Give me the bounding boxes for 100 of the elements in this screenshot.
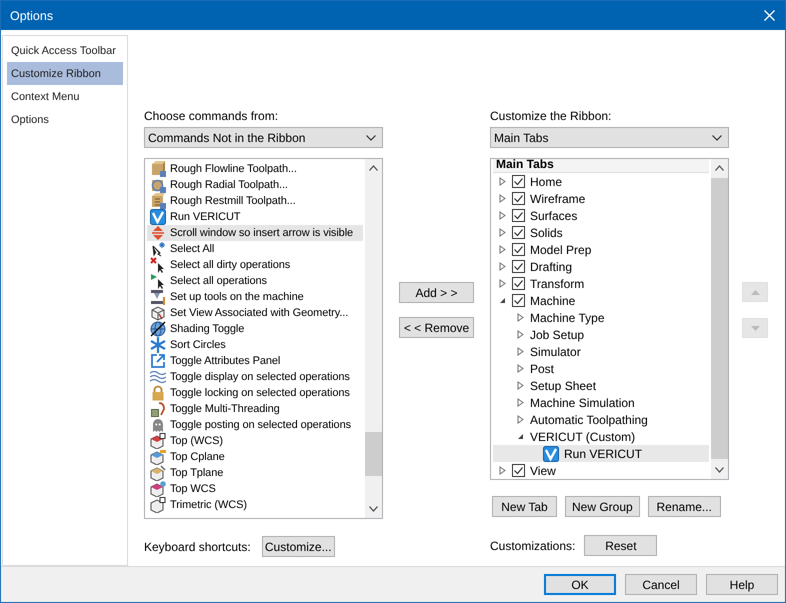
command-item[interactable]: Scroll window so insert arrow is visible — [147, 225, 363, 241]
tree-item[interactable]: Solids — [493, 224, 709, 241]
machine-icon — [150, 289, 166, 305]
dialog-button[interactable]: Cancel — [625, 574, 697, 595]
tree-item[interactable]: View — [493, 462, 709, 479]
command-item[interactable]: Top Cplane — [147, 449, 363, 465]
field-label: Keyboard shortcuts: — [144, 540, 251, 554]
triangle-up-icon — [750, 290, 760, 294]
reset-button[interactable]: Reset — [584, 535, 658, 556]
customize-button[interactable]: Customize... — [262, 536, 335, 557]
expanded-triangle-icon[interactable] — [516, 432, 525, 441]
expanded-triangle-icon[interactable] — [498, 296, 507, 305]
field-label: Customize the Ribbon: — [490, 109, 612, 123]
command-item[interactable]: Select All — [147, 241, 363, 257]
command-item[interactable]: Top (WCS) — [147, 433, 363, 449]
sidebar-item[interactable]: Options — [7, 108, 123, 131]
collapsed-triangle-icon[interactable] — [498, 177, 507, 186]
command-item[interactable]: Toggle display on selected operations — [147, 369, 363, 385]
command-item[interactable]: Rough Flowline Toolpath... — [147, 161, 363, 177]
commands-dropdown[interactable]: Commands Not in the Ribbon — [144, 127, 383, 148]
cursor-cross-icon — [150, 257, 166, 273]
tree-item[interactable]: Run VERICUT — [493, 445, 709, 462]
command-item[interactable]: Select all operations — [147, 273, 363, 289]
tree-action-button[interactable]: Rename... — [648, 496, 721, 517]
collapsed-triangle-icon[interactable] — [498, 245, 507, 254]
collapsed-triangle-icon[interactable] — [498, 194, 507, 203]
command-item[interactable]: Set View Associated with Geometry... — [147, 305, 363, 321]
command-item[interactable]: Shading Toggle — [147, 321, 363, 337]
collapsed-triangle-icon[interactable] — [498, 211, 507, 220]
command-item[interactable]: Toggle Attributes Panel — [147, 353, 363, 369]
collapsed-triangle-icon[interactable] — [516, 313, 525, 322]
command-item[interactable]: Rough Radial Toolpath... — [147, 177, 363, 193]
tree-item[interactable]: VERICUT (Custom) — [493, 428, 709, 445]
command-item[interactable]: Top Tplane — [147, 465, 363, 481]
tree-item[interactable]: Automatic Toolpathing — [493, 411, 709, 428]
collapsed-triangle-icon[interactable] — [516, 364, 525, 373]
lock-icon — [150, 385, 166, 401]
collapsed-triangle-icon[interactable] — [498, 279, 507, 288]
command-item[interactable]: Top WCS — [147, 481, 363, 497]
checkbox[interactable] — [512, 464, 525, 477]
command-item[interactable]: Sort Circles — [147, 337, 363, 353]
command-item[interactable]: Rough Restmill Toolpath... — [147, 193, 363, 209]
dialog-button[interactable]: OK — [544, 574, 616, 595]
command-item[interactable]: Toggle locking on selected operations — [147, 385, 363, 401]
checkbox[interactable] — [512, 243, 525, 256]
tree-item[interactable]: Post — [493, 360, 709, 377]
scroll-up-icon[interactable] — [369, 165, 378, 171]
command-item[interactable]: Toggle posting on selected operations — [147, 417, 363, 433]
command-item[interactable]: Run VERICUT — [147, 209, 363, 225]
command-item[interactable]: Set up tools on the machine — [147, 289, 363, 305]
ribbon-dropdown[interactable]: Main Tabs — [490, 127, 729, 148]
tree-item[interactable]: Surfaces — [493, 207, 709, 224]
collapsed-triangle-icon[interactable] — [516, 347, 525, 356]
tree-action-button[interactable]: New Tab — [492, 496, 557, 517]
snowflake-icon — [150, 337, 166, 353]
tree-action-button[interactable]: New Group — [565, 496, 640, 517]
sidebar-item[interactable]: Quick Access Toolbar — [7, 39, 123, 62]
tree-item[interactable]: Drafting — [493, 258, 709, 275]
scrollbar-thumb[interactable] — [365, 432, 382, 476]
scrollbar[interactable] — [365, 159, 382, 518]
add-button[interactable]: Add > > — [399, 282, 474, 303]
checkbox[interactable] — [512, 175, 525, 188]
remove-button[interactable]: < < Remove — [399, 317, 474, 338]
collapsed-triangle-icon[interactable] — [516, 330, 525, 339]
cube-icon — [150, 481, 166, 497]
ghost-icon — [150, 417, 166, 433]
command-item[interactable]: Select all dirty operations — [147, 257, 363, 273]
collapsed-triangle-icon[interactable] — [498, 262, 507, 271]
tree-item[interactable]: Transform — [493, 275, 709, 292]
checkbox[interactable] — [512, 192, 525, 205]
close-icon[interactable] — [764, 10, 775, 21]
tree-item[interactable]: Setup Sheet — [493, 377, 709, 394]
checkbox[interactable] — [512, 260, 525, 273]
sidebar-item[interactable]: Context Menu — [7, 85, 123, 108]
collapsed-triangle-icon[interactable] — [498, 466, 507, 475]
tree-item[interactable]: Machine — [493, 292, 709, 309]
checkbox[interactable] — [512, 294, 525, 307]
tree-item[interactable]: Home — [493, 173, 709, 190]
checkbox[interactable] — [512, 226, 525, 239]
scroll-down-icon[interactable] — [369, 506, 378, 512]
scroll-up-icon[interactable] — [715, 165, 724, 171]
tree-item[interactable]: Wireframe — [493, 190, 709, 207]
tree-item[interactable]: Model Prep — [493, 241, 709, 258]
up-down-arrow-icon — [150, 225, 166, 241]
sidebar-item[interactable]: Customize Ribbon — [7, 62, 123, 85]
scroll-down-icon[interactable] — [715, 467, 724, 473]
wave-icon — [150, 369, 166, 385]
checkbox[interactable] — [512, 277, 525, 290]
collapsed-triangle-icon[interactable] — [516, 415, 525, 424]
checkbox[interactable] — [512, 209, 525, 222]
command-item[interactable]: Trimetric (WCS) — [147, 497, 363, 513]
tree-item[interactable]: Job Setup — [493, 326, 709, 343]
dialog-button[interactable]: Help — [706, 574, 778, 595]
tree-item[interactable]: Machine Type — [493, 309, 709, 326]
tree-item[interactable]: Simulator — [493, 343, 709, 360]
collapsed-triangle-icon[interactable] — [498, 228, 507, 237]
collapsed-triangle-icon[interactable] — [516, 381, 525, 390]
tree-item[interactable]: Machine Simulation — [493, 394, 709, 411]
collapsed-triangle-icon[interactable] — [516, 398, 525, 407]
command-item[interactable]: Toggle Multi-Threading — [147, 401, 363, 417]
